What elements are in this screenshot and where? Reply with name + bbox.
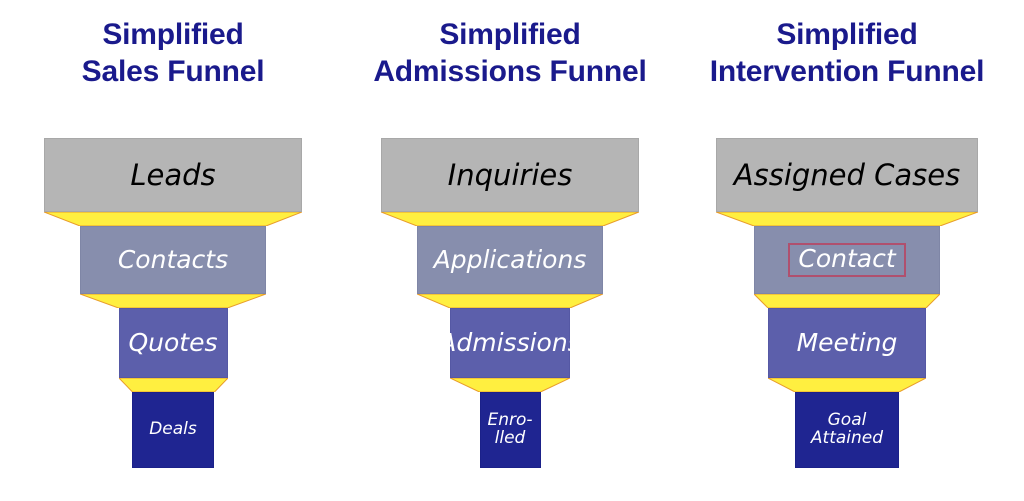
funnel-stage-label: Enro- lled bbox=[487, 410, 533, 448]
funnel-stage-label: Admissions bbox=[439, 328, 581, 357]
funnel-stage-label: Quotes bbox=[128, 328, 218, 357]
funnel-stage-box: Leads bbox=[44, 138, 302, 212]
funnel-stage-box: Inquiries bbox=[381, 138, 639, 212]
funnel-stage-1: Inquiries bbox=[340, 138, 680, 212]
funnel-stage-label: Deals bbox=[149, 419, 197, 440]
funnel-body-intervention: Assigned Cases Contact Meeting Goal Attaine… bbox=[670, 138, 1024, 468]
funnel-connector bbox=[768, 378, 926, 392]
funnel-admissions-funnel: Simplified Admissions Funnel Inquiries Ap… bbox=[340, 0, 680, 501]
funnel-stage-1: Leads bbox=[0, 138, 346, 212]
funnel-connector bbox=[417, 294, 603, 308]
funnel-title-sales: Simplified Sales Funnel bbox=[81, 18, 265, 88]
funnel-stage-label: Meeting bbox=[796, 328, 898, 357]
funnel-stage-4: Deals bbox=[0, 392, 346, 468]
funnel-stage-label-highlighted: Contact bbox=[788, 243, 906, 277]
funnel-stage-2: Contacts bbox=[0, 226, 346, 294]
funnel-stage-label: Contacts bbox=[117, 245, 229, 274]
funnel-stage-box: Goal Attained bbox=[795, 392, 899, 468]
funnel-stage-label: Leads bbox=[130, 157, 216, 192]
funnel-stage-3: Meeting bbox=[670, 308, 1024, 378]
funnel-stage-label: Assigned Cases bbox=[733, 157, 961, 192]
funnel-connector bbox=[754, 294, 940, 308]
funnel-stage-1: Assigned Cases bbox=[670, 138, 1024, 212]
funnel-stage-box: Applications bbox=[417, 226, 603, 294]
funnel-stage-2: Applications bbox=[340, 226, 680, 294]
funnel-body-sales: Leads Contacts Quotes Deals bbox=[0, 138, 346, 468]
funnel-stage-box: Contact bbox=[754, 226, 940, 294]
funnel-body-admissions: Inquiries Applications Admissions Enro- lle… bbox=[340, 138, 680, 468]
funnel-diagram-canvas: Simplified Sales Funnel Leads Contacts Quo… bbox=[0, 0, 1024, 501]
funnel-stage-box: Quotes bbox=[118, 308, 228, 378]
funnel-stage-label: Goal Attained bbox=[810, 410, 884, 448]
funnel-intervention-funnel: Simplified Intervention Funnel Assigned … bbox=[670, 0, 1024, 501]
funnel-stage-2: Contact bbox=[670, 226, 1024, 294]
funnel-connector bbox=[44, 212, 302, 226]
funnel-stage-box: Contacts bbox=[80, 226, 266, 294]
funnel-title-admissions: Simplified Admissions Funnel bbox=[373, 18, 647, 88]
funnel-stage-box: Admissions bbox=[439, 308, 581, 378]
funnel-stage-box: Enro- lled bbox=[479, 392, 541, 468]
funnel-stage-box: Deals bbox=[132, 392, 214, 468]
funnel-stage-3: Quotes bbox=[0, 308, 346, 378]
funnel-title-intervention: Simplified Intervention Funnel bbox=[709, 18, 985, 88]
funnel-stage-label: Applications bbox=[433, 245, 587, 274]
funnel-sales-funnel: Simplified Sales Funnel Leads Contacts Quo… bbox=[0, 0, 346, 501]
funnel-stage-4: Goal Attained bbox=[670, 392, 1024, 468]
funnel-connector bbox=[450, 378, 570, 392]
funnel-stage-3: Admissions bbox=[340, 308, 680, 378]
funnel-connector bbox=[716, 212, 978, 226]
funnel-connector bbox=[381, 212, 639, 226]
funnel-stage-box: Meeting bbox=[768, 308, 926, 378]
funnel-stage-4: Enro- lled bbox=[340, 392, 680, 468]
funnel-connector bbox=[80, 294, 266, 308]
funnel-stage-box: Assigned Cases bbox=[716, 138, 978, 212]
funnel-connector bbox=[118, 378, 228, 392]
funnel-stage-label: Inquiries bbox=[447, 157, 573, 192]
